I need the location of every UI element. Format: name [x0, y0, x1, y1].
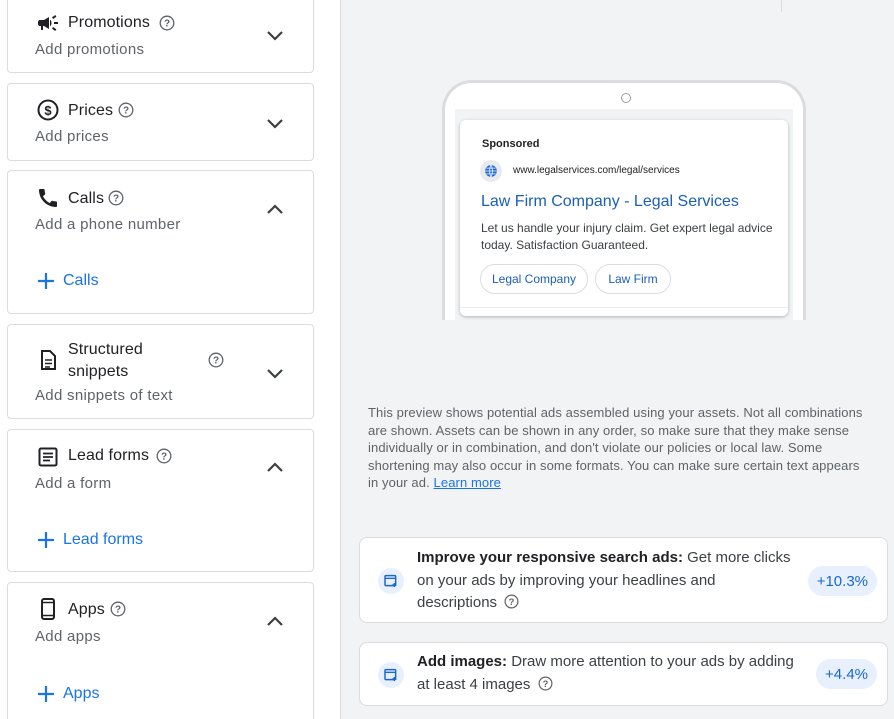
svg-text:?: ?	[509, 597, 515, 607]
svg-text:?: ?	[542, 678, 548, 688]
add-apps-label: Apps	[63, 685, 100, 702]
apps-subtitle: Add apps	[35, 628, 101, 645]
plus-icon	[38, 686, 54, 702]
svg-text:?: ?	[164, 19, 170, 30]
calls-card[interactable]: Calls ? Add a phone number Calls	[7, 170, 314, 314]
megaphone-icon	[36, 11, 60, 35]
add-calls-label: Calls	[63, 272, 99, 289]
add-calls-button[interactable]: Calls	[35, 270, 99, 292]
globe-icon	[480, 160, 502, 182]
ad-headline[interactable]: Law Firm Company - Legal Services	[481, 193, 739, 211]
chevron-up-icon[interactable]	[263, 456, 287, 480]
sponsored-label: Sponsored	[482, 138, 540, 150]
mobile-device-icon	[36, 597, 60, 621]
phone-icon	[36, 186, 60, 210]
add-lead-forms-label: Lead forms	[63, 531, 144, 548]
svg-text:?: ?	[115, 605, 121, 616]
lead-forms-subtitle: Add a form	[35, 475, 112, 492]
recommendation-text: Improve your responsive search ads: Get …	[417, 547, 797, 615]
add-apps-button[interactable]: Apps	[35, 683, 99, 705]
calls-subtitle: Add a phone number	[35, 216, 181, 233]
help-icon[interactable]: ?	[504, 594, 519, 609]
chevron-down-icon[interactable]	[263, 361, 287, 385]
promotions-title: Promotions	[68, 14, 150, 31]
apps-title: Apps	[68, 601, 105, 618]
camera-dot	[621, 93, 631, 103]
help-icon[interactable]: ?	[108, 190, 124, 206]
structured-snippets-title-line2: snippets	[68, 363, 129, 380]
chevron-up-icon[interactable]	[263, 198, 287, 222]
uplift-badge: +4.4%	[816, 659, 877, 689]
sitelink-chip[interactable]: Law Firm	[595, 264, 671, 294]
recommendation-card[interactable]: Add images: Draw more attention to your …	[359, 642, 888, 706]
help-icon[interactable]: ?	[538, 676, 553, 691]
help-icon[interactable]: ?	[159, 15, 175, 31]
form-icon	[36, 445, 60, 469]
recommendation-title: Improve your responsive search ads:	[417, 549, 683, 566]
svg-text:?: ?	[213, 356, 219, 367]
svg-text:?: ?	[113, 194, 119, 205]
asset-list-panel: Promotions ? Add promotions $ Prices ? A…	[0, 0, 340, 719]
ad-preview-card: Sponsored www.legalservices.com/legal/se…	[460, 120, 788, 316]
chevron-down-icon[interactable]	[263, 23, 287, 47]
structured-snippets-card[interactable]: Structured snippets ? Add snippets of te…	[7, 324, 314, 419]
recommendation-card[interactable]: Improve your responsive search ads: Get …	[359, 537, 888, 623]
help-icon[interactable]: ?	[208, 352, 224, 368]
phone-screen: Sponsored www.legalservices.com/legal/se…	[455, 109, 793, 320]
calls-title: Calls	[68, 190, 105, 207]
recommendation-text: Add images: Draw more attention to your …	[417, 651, 797, 696]
document-icon	[36, 348, 60, 372]
preview-disclaimer: This preview shows potential ads assembl…	[368, 404, 868, 492]
prices-card[interactable]: $ Prices ? Add prices	[7, 83, 314, 161]
recommendation-title: Add images:	[417, 653, 508, 670]
help-icon[interactable]: ?	[156, 448, 172, 464]
help-icon[interactable]: ?	[118, 102, 134, 118]
ad-display-url: www.legalservices.com/legal/services	[513, 165, 680, 176]
plus-icon	[38, 532, 54, 548]
promotions-card[interactable]: Promotions ? Add promotions	[7, 0, 314, 73]
uplift-badge: +10.3%	[807, 566, 877, 596]
lead-forms-card[interactable]: Lead forms ? Add a form Lead forms	[7, 429, 314, 572]
add-lead-forms-button[interactable]: Lead forms	[35, 529, 143, 551]
ad-edit-icon	[378, 568, 404, 594]
lead-forms-title: Lead forms	[68, 447, 150, 464]
sitelink-chip[interactable]: Legal Company	[480, 264, 588, 294]
svg-text:$: $	[44, 103, 52, 118]
promotions-subtitle: Add promotions	[35, 41, 145, 58]
chevron-down-icon[interactable]	[263, 111, 287, 135]
plus-icon	[38, 273, 54, 289]
divider	[460, 307, 788, 308]
ad-preview-panel: Sponsored www.legalservices.com/legal/se…	[340, 0, 894, 719]
ad-edit-icon	[378, 662, 404, 688]
prices-subtitle: Add prices	[35, 128, 109, 145]
ad-description: Let us handle your injury claim. Get exp…	[481, 221, 773, 252]
prices-title: Prices	[68, 102, 114, 119]
svg-text:?: ?	[161, 452, 167, 463]
phone-frame: Sponsored www.legalservices.com/legal/se…	[442, 80, 806, 320]
structured-snippets-title-line1: Structured	[68, 341, 143, 358]
currency-icon: $	[36, 98, 60, 122]
svg-text:?: ?	[123, 106, 129, 117]
help-icon[interactable]: ?	[110, 601, 126, 617]
apps-card[interactable]: Apps ? Add apps Apps	[7, 582, 314, 719]
learn-more-link[interactable]: Learn more	[434, 475, 501, 490]
divider	[781, 0, 782, 12]
chevron-up-icon[interactable]	[263, 610, 287, 634]
structured-snippets-subtitle: Add snippets of text	[35, 387, 173, 404]
